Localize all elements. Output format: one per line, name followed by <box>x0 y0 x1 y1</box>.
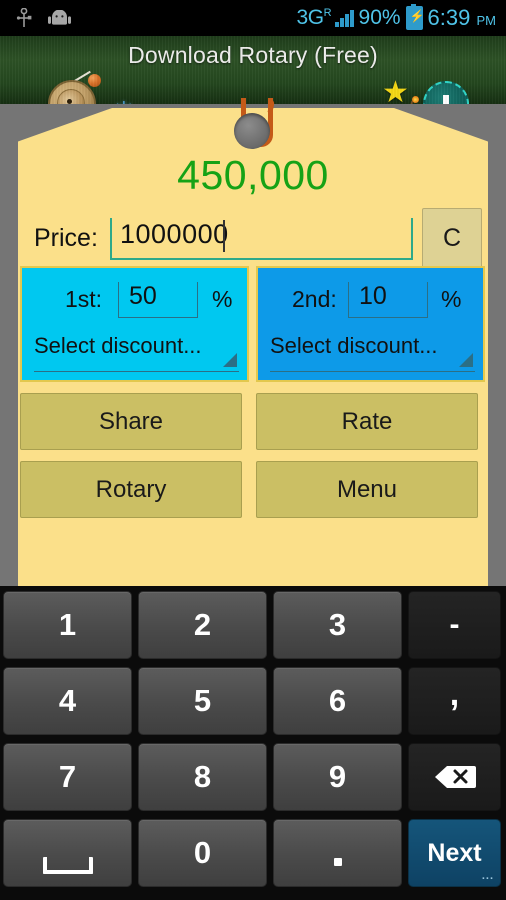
key-minus-label: - <box>449 608 460 641</box>
key-comma-label: , <box>449 675 460 713</box>
dropdown-triangle-icon <box>459 353 473 367</box>
keyboard-row-3: 7 8 9 <box>0 738 506 814</box>
key-period-label <box>333 858 342 866</box>
key-4[interactable]: 4 <box>3 667 132 735</box>
discount-panel-2: 2nd: 10 % Select discount... <box>256 266 485 382</box>
discount-1-row: 1st: 50 % <box>22 280 247 320</box>
text-caret <box>223 220 225 252</box>
keyboard-row-2: 4 5 6 , <box>0 662 506 738</box>
key-period[interactable] <box>273 819 402 887</box>
clock-time: 6:39 <box>427 5 471 30</box>
status-bar: 3GR 90% ⚡ 6:39 PM <box>0 0 506 36</box>
key-5[interactable]: 5 <box>138 667 267 735</box>
network-roaming-superscript: R <box>323 7 332 19</box>
android-robot-icon <box>48 9 71 26</box>
key-7[interactable]: 7 <box>3 743 132 811</box>
key-2[interactable]: 2 <box>138 591 267 659</box>
key-next-label: Next <box>427 838 482 867</box>
backspace-icon <box>434 766 476 788</box>
clear-button[interactable]: C <box>422 208 482 268</box>
discount-1-input[interactable]: 50 <box>118 282 198 318</box>
network-type-label: 3GR <box>296 6 332 30</box>
keyboard-row-4: 0 Next ... <box>0 814 506 890</box>
numeric-keyboard: 1 2 3 - 4 5 6 , 7 8 9 0 Next ... <box>0 586 506 900</box>
download-button[interactable] <box>423 81 469 104</box>
menu-button[interactable]: Menu <box>256 461 478 518</box>
key-0[interactable]: 0 <box>138 819 267 887</box>
price-row: Price: 1000000 C <box>34 208 482 268</box>
key-9[interactable]: 9 <box>273 743 402 811</box>
battery-percent-label: 90% <box>358 6 401 29</box>
rotary-ball-icon <box>88 74 101 87</box>
price-input-value: 1000000 <box>120 219 229 249</box>
discount-1-select-label: Select discount... <box>34 333 202 358</box>
dropdown-triangle-icon <box>223 353 237 367</box>
network-type-text: 3G <box>296 6 325 29</box>
key-space[interactable] <box>3 819 132 887</box>
download-arrow-icon <box>443 95 449 104</box>
key-comma[interactable]: , <box>408 667 501 735</box>
discount-2-select-label: Select discount... <box>270 333 438 358</box>
discount-2-value: 10 <box>359 282 387 310</box>
key-next-dots: ... <box>481 870 494 882</box>
discount-2-select[interactable]: Select discount... <box>270 331 475 372</box>
discount-panel-1: 1st: 50 % Select discount... <box>20 266 249 382</box>
status-bar-right: 3GR 90% ⚡ 6:39 PM <box>296 4 506 31</box>
discount-2-percent-label: % <box>441 286 462 312</box>
key-8[interactable]: 8 <box>138 743 267 811</box>
price-label: Price: <box>34 224 98 252</box>
key-3[interactable]: 3 <box>273 591 402 659</box>
signal-bars-icon <box>335 9 354 27</box>
key-minus[interactable]: - <box>408 591 501 659</box>
key-6[interactable]: 6 <box>273 667 402 735</box>
discount-1-ordinal-label: 1st: <box>65 286 103 312</box>
rate-button[interactable]: Rate <box>256 393 478 450</box>
keyboard-row-1: 1 2 3 - <box>0 586 506 662</box>
ad-banner[interactable]: Download Rotary (Free) ✳ ★ <box>0 36 506 104</box>
clock-ampm: PM <box>476 13 497 28</box>
share-button[interactable]: Share <box>20 393 242 450</box>
usb-icon <box>16 8 32 28</box>
price-input[interactable]: 1000000 <box>110 218 413 260</box>
star-icon: ★ <box>382 76 409 105</box>
clock: 6:39 PM <box>428 5 496 31</box>
status-bar-left <box>0 8 71 28</box>
discount-1-percent-label: % <box>212 286 233 312</box>
discount-2-row: 2nd: 10 % <box>258 280 483 320</box>
rotary-button[interactable]: Rotary <box>20 461 242 518</box>
result-value: 450,000 <box>177 152 329 198</box>
tag-hole <box>234 113 270 149</box>
key-1[interactable]: 1 <box>3 591 132 659</box>
space-icon <box>42 856 93 874</box>
discount-1-value: 50 <box>129 282 157 310</box>
discount-1-select[interactable]: Select discount... <box>34 331 239 372</box>
key-next[interactable]: Next ... <box>408 819 501 887</box>
snowflake-icon: ✳ <box>113 98 135 104</box>
battery-charging-icon: ⚡ <box>405 4 425 30</box>
ad-title: Download Rotary (Free) <box>128 42 378 68</box>
discount-2-input[interactable]: 10 <box>348 282 428 318</box>
key-backspace[interactable] <box>408 743 501 811</box>
discount-2-ordinal-label: 2nd: <box>292 286 337 312</box>
